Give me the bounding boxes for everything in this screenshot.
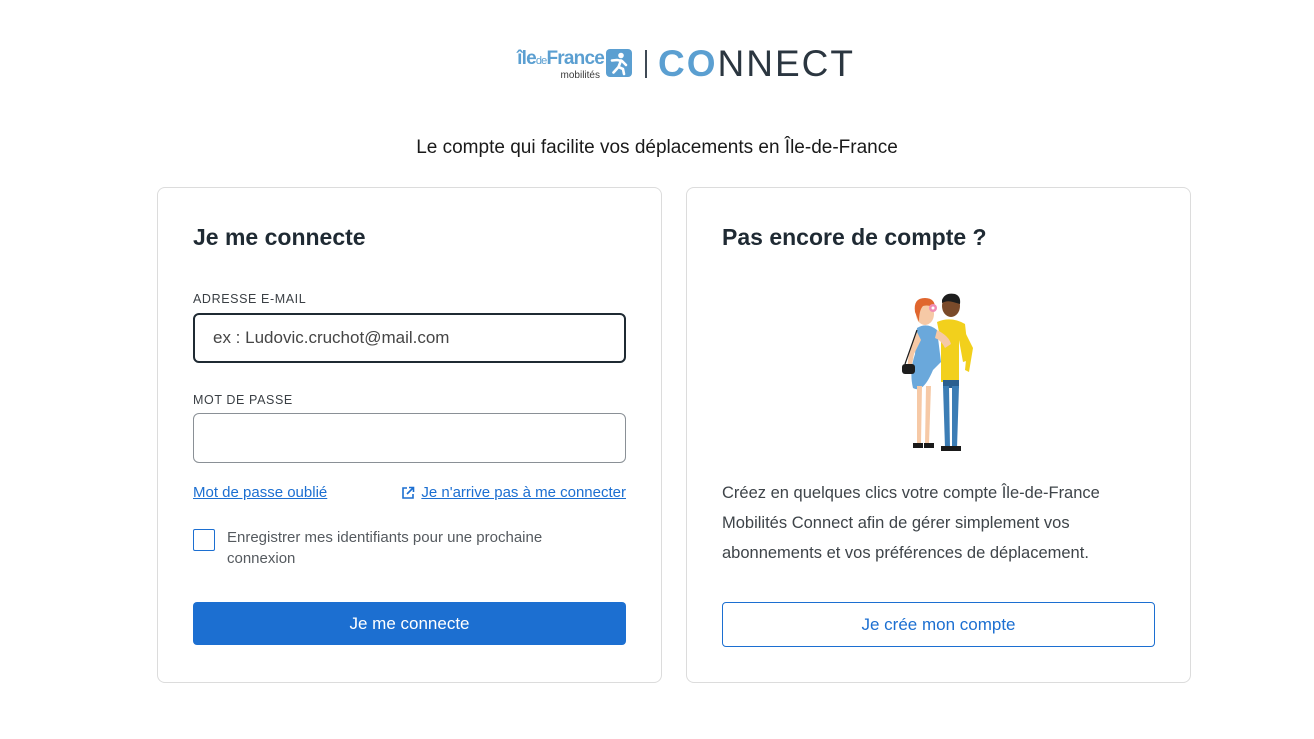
idf-logo-subtitle: mobilités — [560, 70, 600, 81]
logo-separator — [645, 50, 647, 78]
signup-card: Pas encore de compte ? Créez en quelques… — [686, 187, 1191, 683]
login-button[interactable]: Je me connecte — [193, 602, 626, 645]
cannot-login-link[interactable]: Je n'arrive pas à me connecter — [401, 484, 626, 501]
header: îledeFrance mobilités CONNECT — [0, 40, 1314, 88]
tagline: Le compte qui facilite vos déplacements … — [416, 137, 898, 158]
email-label: ADRESSE E-MAIL — [193, 292, 307, 306]
couple-illustration — [893, 292, 993, 458]
password-field[interactable] — [193, 413, 626, 463]
idf-logo-wordmark: îledeFrance — [517, 48, 605, 69]
login-card: Je me connecte ADRESSE E-MAIL MOT DE PAS… — [157, 187, 662, 683]
remember-me-checkbox[interactable] — [193, 529, 215, 551]
login-title: Je me connecte — [193, 224, 366, 250]
signup-description: Créez en quelques clics votre compte Île… — [722, 484, 1100, 562]
remember-me-label[interactable]: Enregistrer mes identifiants pour une pr… — [227, 527, 607, 569]
email-field[interactable] — [193, 313, 626, 363]
password-label: MOT DE PASSE — [193, 393, 293, 407]
signup-title: Pas encore de compte ? — [722, 224, 987, 250]
external-link-icon — [402, 486, 415, 499]
idf-mobilites-logo: îledeFrance mobilités — [492, 48, 605, 82]
create-account-button[interactable]: Je crée mon compte — [722, 602, 1155, 647]
cannot-login-label: Je n'arrive pas à me connecter — [421, 484, 626, 501]
forgot-password-link[interactable]: Mot de passe oublié — [193, 484, 327, 501]
connect-logo: CONNECT — [658, 43, 855, 84]
walking-person-icon — [606, 49, 632, 77]
